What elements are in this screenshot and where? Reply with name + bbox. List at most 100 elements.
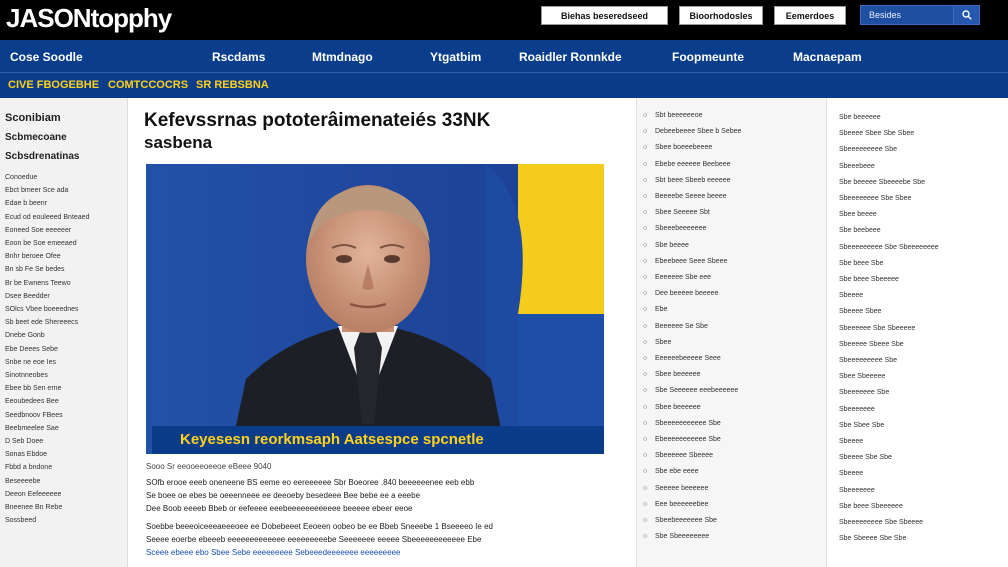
list-item[interactable]: Sbee boeeebeeee bbox=[655, 144, 712, 151]
list-item[interactable]: Eee beeeeeebee bbox=[655, 501, 708, 508]
list-item[interactable]: Ebeeeeeeeeeee Sbe bbox=[655, 436, 721, 443]
list-item[interactable]: Sbe Sbeeee Sbe Sbe bbox=[839, 535, 906, 542]
sidebar-link[interactable]: Deeon Eefeeeeee bbox=[5, 491, 61, 498]
search-icon[interactable] bbox=[953, 6, 979, 24]
sidebar-link[interactable]: Sb beet ede Shereeecs bbox=[5, 319, 78, 326]
list-item[interactable]: Sbeeeeeeee Sbe Sbee bbox=[839, 195, 911, 202]
sidebar-link[interactable]: Dnebe Gonb bbox=[5, 332, 45, 339]
nav-item-7[interactable]: Macnaepam bbox=[793, 50, 862, 64]
header-button-2[interactable]: Bioorhodosles bbox=[679, 6, 763, 25]
list-item[interactable]: Sbee beeee bbox=[839, 211, 877, 218]
sidebar-link[interactable]: Bneenee Bn Rebe bbox=[5, 504, 62, 511]
sidebar-link[interactable]: Conoedue bbox=[5, 174, 37, 181]
list-item[interactable]: Sbe beeeeee bbox=[839, 114, 881, 121]
list-item[interactable]: Sbeeeeee Sbe Sbeeeee bbox=[839, 325, 915, 332]
list-item[interactable]: Sbe beee Sbeeeeee bbox=[839, 503, 903, 510]
list-item[interactable]: Sbe beee Sbeeeee bbox=[839, 276, 899, 283]
sidebar-link[interactable]: Eoneed Soe eeeeeer bbox=[5, 227, 71, 234]
article-link-paragraph[interactable]: Sceee ebeee ebo Sbee Sebe eeeeeeeee Sebe… bbox=[146, 548, 400, 558]
list-item[interactable]: Sbe Seeeeee eeebeeeeee bbox=[655, 387, 738, 394]
list-item[interactable]: Sbeeee Sbee Sbe Sbee bbox=[839, 130, 914, 137]
sidebar-link[interactable]: Ebee bb Sen erne bbox=[5, 385, 61, 392]
list-item[interactable]: Sbeeebeeeeeee bbox=[655, 225, 706, 232]
list-item[interactable]: Sbeeeeeeeee Sbe Sbeeee bbox=[839, 519, 923, 526]
list-item[interactable]: Sbeeeee Sbeee Sbe bbox=[839, 341, 904, 348]
nav-item-2[interactable]: Rscdams bbox=[212, 50, 265, 64]
list-item[interactable]: Sbee beeeeee bbox=[655, 371, 701, 378]
hero-image[interactable] bbox=[146, 164, 604, 454]
subnav-item-2[interactable]: COMTCCOCRS bbox=[108, 79, 188, 91]
sidebar-link[interactable]: Beseeeebe bbox=[5, 478, 40, 485]
sidebar-link[interactable]: Bnhr beroee Ofee bbox=[5, 253, 61, 260]
list-item[interactable]: Ebeebeee Seee Sbeee bbox=[655, 258, 727, 265]
list-item[interactable]: Sbee beeeeee bbox=[655, 404, 701, 411]
list-item[interactable]: Sbe beeeee Sbeeeebe Sbe bbox=[839, 179, 925, 186]
sidebar-link[interactable]: Sossbeed bbox=[5, 517, 36, 524]
list-item[interactable]: Sbe Sbeeeeeeee bbox=[655, 533, 709, 540]
nav-item-6[interactable]: Foopmeunte bbox=[672, 50, 744, 64]
list-item[interactable]: Sbee bbox=[655, 339, 671, 346]
sidebar-link[interactable]: Ebct bmeer Sce ada bbox=[5, 187, 68, 194]
sidebar-link[interactable]: Bn sb Fe Se bedes bbox=[5, 266, 65, 273]
list-item[interactable]: Sbee Sbeeeee bbox=[839, 373, 885, 380]
subnav-item-3[interactable]: SR REBSBNA bbox=[196, 79, 269, 91]
sidebar-link[interactable]: Snbe ne eoe Ies bbox=[5, 359, 56, 366]
sidebar-link[interactable]: Ecud od eouleeed Bnteaed bbox=[5, 214, 89, 221]
list-item[interactable]: Sbeebeeeeeee Sbe bbox=[655, 517, 717, 524]
header-button-1[interactable]: Biehas beseredseed bbox=[541, 6, 668, 25]
list-item[interactable]: Dee beeeee beeeee bbox=[655, 290, 718, 297]
list-item[interactable]: Seeeee beeeeee bbox=[655, 485, 708, 492]
list-item[interactable]: Sbeeeeeee Sbe bbox=[839, 389, 889, 396]
sidebar-link[interactable]: Sonas Ebdoe bbox=[5, 451, 47, 458]
list-item[interactable]: Sbeeee bbox=[839, 292, 863, 299]
list-item[interactable]: Sbeeee Sbee bbox=[839, 308, 881, 315]
list-item[interactable]: Ebe bbox=[655, 306, 667, 313]
list-item[interactable]: Beeeebe Seeee beeee bbox=[655, 193, 727, 200]
sidebar-link[interactable]: Edae b beenr bbox=[5, 200, 47, 207]
list-item[interactable]: Ebebe eeeeee Beebeee bbox=[655, 161, 731, 168]
list-item[interactable]: Sbe beebeee bbox=[839, 227, 881, 234]
list-item[interactable]: Sbeeeeeeeee Sbe Sbeeeeeeee bbox=[839, 244, 939, 251]
sidebar-link[interactable]: D Seb Doee bbox=[5, 438, 43, 445]
list-item[interactable]: Sbe beee Sbe bbox=[839, 260, 883, 267]
list-item[interactable]: Sbeeee Sbe Sbe bbox=[839, 454, 892, 461]
list-item[interactable]: Sbeeeeeeeeeee Sbe bbox=[655, 420, 721, 427]
list-item[interactable]: Sbeeeeee Sbeeee bbox=[655, 452, 713, 459]
list-item[interactable]: Sbeeeeeeeee Sbe bbox=[839, 357, 897, 364]
search-input[interactable] bbox=[861, 6, 953, 24]
list-item[interactable]: Sbt beeeeeeoe bbox=[655, 112, 703, 119]
subnav-item-1[interactable]: CIVE FBOGEBHE bbox=[8, 79, 99, 91]
header-button-3[interactable]: Eemerdoes bbox=[774, 6, 846, 25]
list-item[interactable]: Eeeeeebeeeee Seee bbox=[655, 355, 721, 362]
site-logo[interactable]: JASONtopphy bbox=[6, 3, 172, 34]
list-item[interactable]: Sbeeeeeee bbox=[839, 487, 875, 494]
sidebar-link[interactable]: Dsee Beedder bbox=[5, 293, 50, 300]
list-item[interactable]: Sbeeee bbox=[839, 470, 863, 477]
list-item[interactable]: Sbeeeeeeeee Sbe bbox=[839, 146, 897, 153]
list-item[interactable]: Sbe ebe eeee bbox=[655, 468, 699, 475]
list-item[interactable]: Beeeeee Se Sbe bbox=[655, 323, 708, 330]
list-item[interactable]: Eeeeeee Sbe eee bbox=[655, 274, 711, 281]
sidebar-link[interactable]: Br be Ewnens Teewo bbox=[5, 280, 71, 287]
sidebar-link[interactable]: Ebe Deees Sebe bbox=[5, 346, 58, 353]
sidebar-link[interactable]: Sinotnneobes bbox=[5, 372, 48, 379]
nav-item-3[interactable]: Mtmdnago bbox=[312, 50, 373, 64]
sidebar-link[interactable]: Seedbnoov FBees bbox=[5, 412, 63, 419]
article-headline[interactable]: Kefevssrnas pototerâimenateiés 33NK sasb… bbox=[144, 110, 624, 154]
list-item[interactable]: Debeebeeee Sbee b Sebee bbox=[655, 128, 741, 135]
nav-item-home[interactable]: Cose Soodle bbox=[10, 50, 83, 64]
list-item[interactable]: Sbeeeeeee bbox=[839, 406, 875, 413]
sidebar-link[interactable]: Fbbd a bndone bbox=[5, 464, 52, 471]
sidebar-link[interactable]: SOlcs Vbee boeeednes bbox=[5, 306, 79, 313]
nav-item-5[interactable]: Roaidler Ronnkde bbox=[519, 50, 622, 64]
sidebar-link[interactable]: Eeoubedees Bee bbox=[5, 398, 59, 405]
nav-item-4[interactable]: Ytgatbim bbox=[430, 50, 481, 64]
list-item[interactable]: Sbe Sbee Sbe bbox=[839, 422, 884, 429]
list-item[interactable]: Sbt beee Sbeeb eeeeee bbox=[655, 177, 731, 184]
list-item[interactable]: Sbe beeee bbox=[655, 242, 689, 249]
list-item[interactable]: Sbeeebeee bbox=[839, 163, 875, 170]
sidebar-link[interactable]: Eoon be Soe emeeaed bbox=[5, 240, 77, 247]
sidebar-link[interactable]: Beebmeelee Sae bbox=[5, 425, 59, 432]
list-item[interactable]: Sbee Seeeee Sbt bbox=[655, 209, 710, 216]
list-item[interactable]: Sbeeee bbox=[839, 438, 863, 445]
